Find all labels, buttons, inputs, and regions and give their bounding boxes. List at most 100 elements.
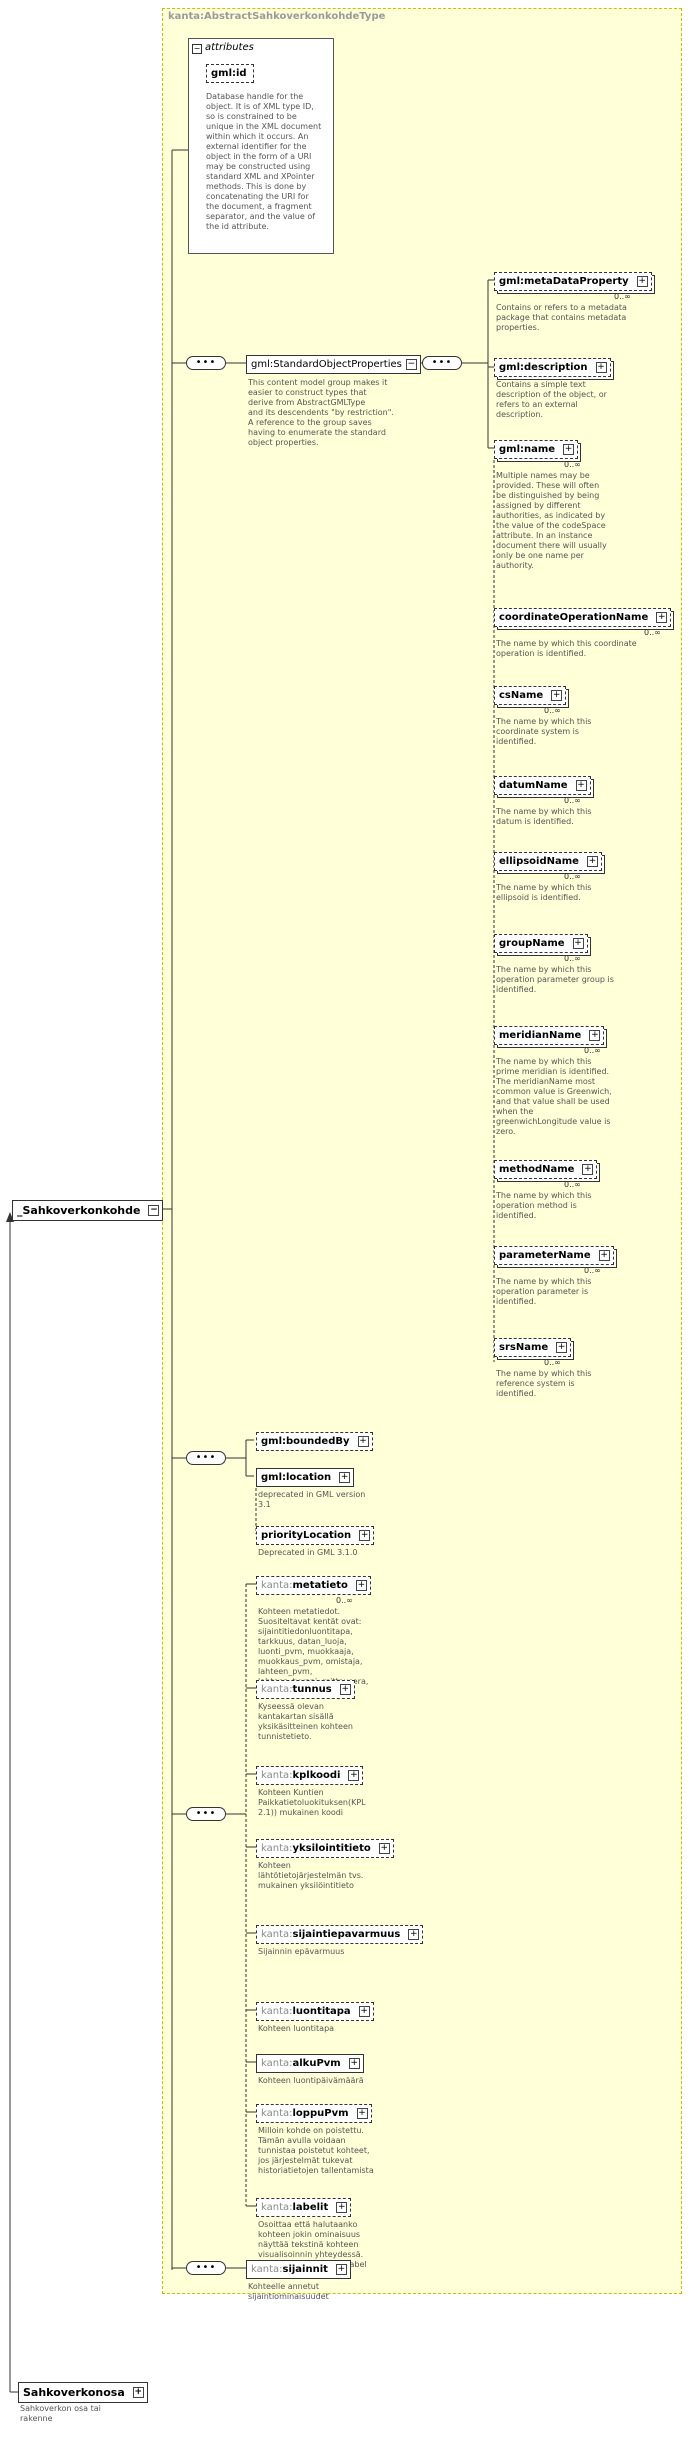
element-coordinateOperationName[interactable]: coordinateOperationName +	[494, 608, 672, 627]
element-gml-description[interactable]: gml:description +	[494, 358, 611, 377]
description-line: properties.	[496, 323, 540, 332]
element-metatieto[interactable]: kanta:metatieto +	[256, 1576, 371, 1595]
element-description: Deprecated in GML 3.1.0	[258, 1548, 357, 1558]
std-desc-line: A reference to the group saves	[248, 418, 372, 427]
expand-icon[interactable]: +	[335, 2264, 347, 2275]
element-priorityLocation[interactable]: priorityLocation +	[256, 1526, 375, 1545]
cardinality: 0..∞	[544, 1358, 561, 1367]
expand-icon[interactable]: +	[556, 1342, 568, 1353]
description-line: document there will usually	[496, 541, 607, 550]
expand-icon[interactable]: +	[378, 1843, 390, 1854]
description-line: Kohteen luontitapa	[258, 2024, 335, 2033]
element-name: coordinateOperationName	[499, 612, 649, 623]
cardinality: 0..∞	[544, 706, 561, 715]
expand-icon[interactable]: +	[598, 1250, 610, 1261]
expand-icon[interactable]: +	[348, 1770, 360, 1781]
element-kplkoodi[interactable]: kanta:kplkoodi +	[256, 1766, 364, 1785]
element-meridianName[interactable]: meridianName +	[494, 1026, 605, 1045]
expand-icon[interactable]: +	[551, 690, 563, 701]
namespace-prefix: kanta:	[261, 1843, 293, 1854]
expand-icon[interactable]: +	[357, 1436, 369, 1447]
element-gml-name[interactable]: gml:name +	[494, 440, 579, 459]
element-datumName[interactable]: datumName +	[494, 776, 591, 795]
expand-icon[interactable]: +	[636, 276, 648, 287]
description-line: muokkaus_pvm, omistaja,	[258, 1657, 363, 1666]
expand-icon[interactable]: +	[586, 856, 598, 867]
expand-icon[interactable]: +	[563, 444, 575, 455]
description-line: The name by which this	[496, 1277, 592, 1286]
namespace-prefix: kanta:	[261, 2058, 293, 2069]
description-line: only be one name per	[496, 551, 584, 560]
description-line: yksikäsitteinen kohteen	[258, 1722, 353, 1731]
element-methodName[interactable]: methodName +	[494, 1160, 598, 1179]
description-line: Kohteen Kuntien	[258, 1788, 324, 1797]
std-desc-line: easier to construct types that	[248, 388, 367, 397]
description-line: näyttää tekstinä kohteen	[258, 2240, 359, 2249]
element-groupName[interactable]: groupName +	[494, 934, 588, 953]
cardinality: 0..∞	[564, 1180, 581, 1189]
expand-icon[interactable]: +	[582, 1164, 594, 1175]
expand-icon[interactable]: +	[358, 2006, 370, 2017]
element-gml-metaDataProperty[interactable]: gml:metaDataProperty +	[494, 272, 652, 291]
std-desc-line: derive from AbstractGMLType	[248, 398, 366, 407]
element-csName[interactable]: csName +	[494, 686, 567, 705]
expand-icon[interactable]: +	[132, 2387, 144, 2398]
expand-icon[interactable]: +	[336, 2202, 348, 2213]
element-name: alkuPvm	[292, 2058, 341, 2069]
sequence-compositor[interactable]: •••	[186, 356, 226, 370]
description-line: attribute. In an instance	[496, 531, 593, 540]
expand-icon[interactable]: +	[348, 2058, 360, 2069]
element-name: ellipsoidName	[499, 856, 579, 867]
description-line: The name by which this	[496, 883, 592, 892]
description-line: jos järjestelmät tukevat	[258, 2156, 353, 2165]
expand-icon[interactable]: −	[148, 1205, 160, 1216]
description-line: identified.	[496, 1297, 537, 1306]
element-sijaintiepavarmuus[interactable]: kanta:sijaintiepavarmuus +	[256, 1925, 424, 1944]
expand-icon[interactable]: +	[656, 612, 668, 623]
expand-icon[interactable]: +	[339, 1684, 351, 1695]
sequence-compositor[interactable]: •••	[186, 1451, 226, 1465]
collapse-icon[interactable]: −	[405, 359, 417, 370]
description-line: Contains or refers to a metadata	[496, 303, 627, 312]
description-line: kohteen jokin ominaisuus	[258, 2230, 361, 2239]
expand-icon[interactable]: +	[339, 1472, 351, 1483]
description-line: The name by which this	[496, 717, 592, 726]
description-line: identified.	[496, 737, 537, 746]
element-alkuPvm[interactable]: kanta:alkuPvm +	[256, 2054, 364, 2073]
description-line: The meridianName most	[496, 1077, 596, 1086]
description-line: prime meridian is identified.	[496, 1067, 610, 1076]
root-element[interactable]: _Sahkoverkonkohde −	[12, 1200, 164, 1221]
sahkoverkonosa-element[interactable]: Sahkoverkonosa +	[18, 2382, 148, 2403]
expand-icon[interactable]: +	[359, 1530, 371, 1541]
element-parameterName[interactable]: parameterName +	[494, 1246, 614, 1265]
sequence-compositor[interactable]: •••	[422, 356, 462, 370]
description-line: mukainen yksilöintitieto	[258, 1881, 354, 1890]
element-srsName[interactable]: srsName +	[494, 1338, 572, 1357]
sequence-compositor[interactable]: •••	[186, 2261, 226, 2275]
element-labelit[interactable]: kanta:labelit +	[256, 2198, 352, 2217]
element-ellipsoidName[interactable]: ellipsoidName +	[494, 852, 602, 871]
expand-icon[interactable]: +	[575, 780, 587, 791]
description-line: 2.1)) mukainen koodi	[258, 1808, 344, 1817]
element-loppuPvm[interactable]: kanta:loppuPvm +	[256, 2104, 372, 2123]
std-desc-line: and its descendents "by restriction".	[248, 408, 394, 417]
standard-object-properties-group[interactable]: gml:StandardObjectProperties −	[246, 355, 421, 374]
element-gml-boundedBy[interactable]: gml:boundedBy +	[256, 1432, 373, 1451]
expand-icon[interactable]: +	[408, 1929, 420, 1940]
expand-icon[interactable]: +	[595, 362, 607, 373]
element-gml-location[interactable]: gml:location +	[256, 1468, 355, 1487]
element-yksilointitieto[interactable]: kanta:yksilointitieto +	[256, 1839, 394, 1858]
expand-icon[interactable]: +	[356, 2108, 368, 2119]
description-line: assigned by different	[496, 501, 581, 510]
element-tunnus[interactable]: kanta:tunnus +	[256, 1680, 355, 1699]
expand-icon[interactable]: +	[355, 1580, 367, 1591]
sijainnit-desc-line: Kohteelle annetut	[248, 2282, 320, 2291]
expand-icon[interactable]: +	[589, 1030, 601, 1041]
element-luontitapa[interactable]: kanta:luontitapa +	[256, 2002, 374, 2021]
element-name: metatieto	[292, 1580, 348, 1591]
element-sijainnit[interactable]: kanta:sijainnit +	[246, 2260, 351, 2279]
expand-icon[interactable]: +	[572, 938, 584, 949]
description-line: The name by which this	[496, 1057, 592, 1066]
description-line: operation parameter is	[496, 1287, 589, 1296]
sequence-compositor[interactable]: •••	[186, 1807, 226, 1821]
